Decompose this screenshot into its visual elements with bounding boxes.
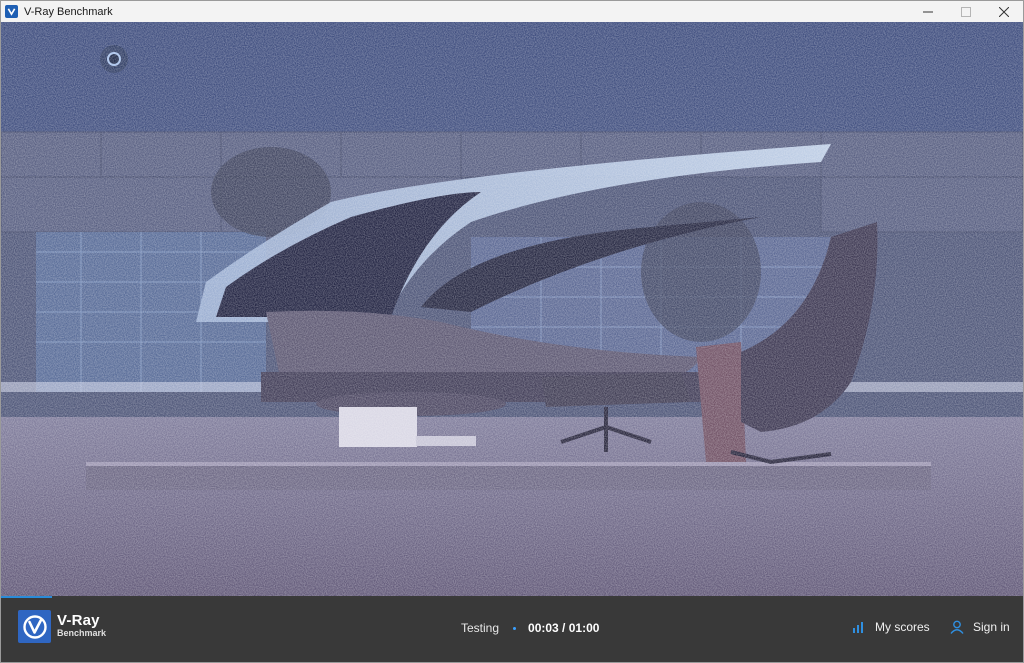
bar-chart-icon xyxy=(853,622,863,633)
app-window: V-Ray Benchmark V-Ray Benchmark Testing … xyxy=(0,0,1024,663)
window-controls xyxy=(909,1,1023,22)
sign-in-label: Sign in xyxy=(973,620,1010,634)
maximize-icon xyxy=(961,6,971,17)
status-dot xyxy=(513,626,517,630)
sign-in-button[interactable]: Sign in xyxy=(950,620,1010,634)
close-icon xyxy=(999,6,1009,17)
maximize-button[interactable] xyxy=(947,1,985,22)
logo-name: V-Ray xyxy=(57,612,100,629)
bottom-bar: V-Ray Benchmark Testing 00:03 / 01:00 My… xyxy=(1,598,1023,662)
status-label: Testing xyxy=(461,621,500,635)
my-scores-button[interactable]: My scores xyxy=(853,620,930,634)
close-button[interactable] xyxy=(985,1,1023,22)
elapsed-timer: 00:03 / 01:00 xyxy=(528,621,600,635)
user-icon xyxy=(950,620,964,634)
minimize-button[interactable] xyxy=(909,1,947,22)
vray-logo-icon xyxy=(18,610,51,643)
vray-app-icon xyxy=(5,5,18,18)
title-bar[interactable]: V-Ray Benchmark xyxy=(1,1,1023,22)
logo-subtitle: Benchmark xyxy=(57,628,107,638)
window-title: V-Ray Benchmark xyxy=(24,5,113,18)
render-viewport xyxy=(1,22,1023,596)
vray-logo-text: V-Ray Benchmark xyxy=(57,613,106,638)
render-scene xyxy=(1,22,1023,596)
my-scores-label: My scores xyxy=(875,620,930,634)
test-status: Testing 00:03 / 01:00 xyxy=(461,621,599,635)
minimize-icon xyxy=(923,11,933,12)
